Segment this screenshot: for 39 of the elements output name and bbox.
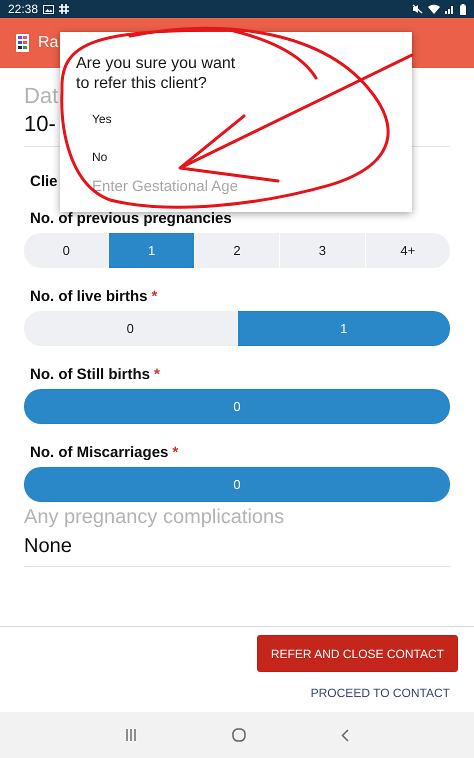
question-label: No. of Still births [30, 366, 150, 383]
refer-close-button[interactable]: REFER AND CLOSE CONTACT [256, 635, 458, 672]
app-title: Ra [38, 34, 58, 52]
mute-icon [412, 4, 423, 14]
dialog-option[interactable]: Yes [92, 112, 112, 126]
date-label: Dat [24, 82, 58, 110]
dialog-message: Are you sure you want to refer this client? [76, 54, 236, 94]
segment-option[interactable]: 1 [109, 233, 195, 268]
required-asterisk: * [152, 288, 158, 305]
section-title: Clie [30, 173, 58, 190]
field-label: Any pregnancy complications [24, 506, 286, 529]
segment-option[interactable]: 2 [194, 233, 280, 268]
segment-option[interactable]: 0 [24, 389, 450, 424]
home-icon[interactable] [232, 728, 246, 742]
image-icon [43, 4, 54, 14]
segment-option[interactable]: 3 [280, 233, 366, 268]
segment-option[interactable]: 0 [24, 467, 450, 502]
proceed-link[interactable]: PROCEED TO CONTACT [310, 686, 450, 700]
segment-option[interactable]: 0 [24, 311, 238, 346]
question-label: No. of Miscarriages [30, 444, 168, 461]
field-value: None [24, 535, 73, 558]
recent-apps-icon[interactable] [125, 729, 137, 741]
question-label: No. of live births [30, 288, 148, 305]
back-icon[interactable] [341, 728, 349, 742]
required-asterisk: * [172, 444, 178, 461]
question-label: No. of previous pregnancies [30, 210, 232, 227]
battery-icon [460, 4, 466, 14]
hash-icon [59, 4, 70, 14]
segment-option[interactable]: 0 [24, 233, 110, 268]
signal-icon [445, 4, 455, 14]
dialog-option[interactable]: No [92, 150, 108, 164]
segment-option[interactable]: 4+ [366, 233, 450, 268]
status-time: 22:38 [8, 2, 38, 16]
required-asterisk: * [154, 366, 160, 383]
wifi-icon [428, 4, 440, 14]
date-value: 10- [24, 110, 56, 138]
gestational-age-field[interactable]: Enter Gestational Age [92, 178, 292, 195]
segment-option[interactable]: 1 [238, 311, 450, 346]
app-grid-icon[interactable] [16, 34, 29, 52]
